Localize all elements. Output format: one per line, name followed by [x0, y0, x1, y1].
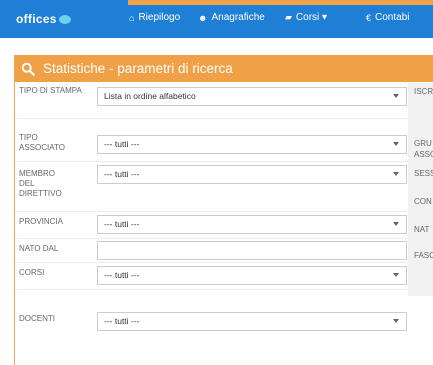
row-divider — [15, 211, 408, 212]
nato-dal-label: NATO DAL — [19, 244, 59, 253]
nav-corsi-label: Corsi ▾ — [295, 12, 328, 23]
docenti-label: DOCENTI — [19, 314, 55, 323]
logo-text: offices — [16, 12, 57, 26]
search-panel: Statistiche - parametri di ricerca TIPO … — [14, 55, 433, 365]
panel-title: Statistiche - parametri di ricerca — [43, 61, 233, 76]
iscr-label: ISCR — [414, 87, 433, 96]
book-icon: ▰ — [285, 12, 292, 22]
top-navbar: offices ⌂ Riepilogo ☻ Anagrafiche ▰ Cors… — [0, 0, 433, 38]
app-logo[interactable]: offices — [16, 12, 71, 26]
panel-header: Statistiche - parametri di ricerca — [15, 55, 433, 82]
chevron-down-icon — [393, 94, 399, 98]
nav-anagrafiche[interactable]: ☻ Anagrafiche — [198, 12, 265, 23]
docenti-value: --- tutti --- — [104, 316, 140, 326]
nav-corsi[interactable]: ▰ Corsi ▾ — [285, 12, 327, 23]
provincia-label: PROVINCIA — [19, 217, 64, 226]
nato-dal-input[interactable] — [97, 241, 407, 260]
nav-riepilogo-label: Riepilogo — [138, 12, 181, 23]
tipo-stampa-label: TIPO DI STAMPA — [19, 86, 82, 95]
home-icon: ⌂ — [129, 12, 135, 23]
chevron-down-icon — [393, 273, 399, 277]
search-icon — [21, 62, 35, 76]
navbar-accent-strip — [128, 0, 433, 5]
provincia-value: --- tutti --- — [104, 219, 140, 229]
nav-contabilita-label: Contabi — [375, 12, 410, 23]
row-divider — [15, 289, 408, 290]
nav-contabilita[interactable]: € Contabi — [366, 12, 409, 23]
users-icon: ☻ — [198, 12, 208, 23]
nav-riepilogo[interactable]: ⌂ Riepilogo — [129, 12, 180, 23]
fasc-label: FASC — [414, 251, 433, 260]
chevron-down-icon — [393, 222, 399, 226]
provincia-select[interactable]: --- tutti --- — [97, 215, 407, 234]
chevron-down-icon — [393, 142, 399, 146]
nat-label: NAT — [414, 225, 430, 234]
tipo-stampa-select[interactable]: Lista in ordine alfabetico — [97, 87, 407, 106]
chevron-down-icon — [393, 319, 399, 323]
row-divider — [15, 118, 408, 119]
tipo-stampa-value: Lista in ordine alfabetico — [104, 91, 196, 101]
row-divider — [15, 262, 408, 263]
sess-label: SESS — [414, 169, 433, 178]
logo-mark-icon — [58, 15, 71, 25]
corsi-value: --- tutti --- — [104, 270, 140, 280]
right-column — [408, 83, 433, 296]
euro-icon: € — [366, 12, 372, 23]
chevron-down-icon — [393, 172, 399, 176]
docenti-select[interactable]: --- tutti --- — [97, 312, 407, 331]
membro-direttivo-select[interactable]: --- tutti --- — [97, 165, 407, 184]
tipo-associato-label: TIPO ASSOCIATO — [19, 133, 65, 152]
nav-anagrafiche-label: Anagrafiche — [211, 12, 265, 23]
membro-direttivo-value: --- tutti --- — [104, 169, 140, 179]
gru-label: GRU — [414, 139, 432, 148]
corsi-label: CORSI — [19, 268, 45, 277]
row-divider — [15, 238, 408, 239]
membro-direttivo-label: MEMBRO DEL DIRETTIVO — [19, 169, 62, 198]
row-divider — [15, 161, 408, 162]
tipo-associato-value: --- tutti --- — [104, 139, 140, 149]
corsi-select[interactable]: --- tutti --- — [97, 266, 407, 285]
tipo-associato-select[interactable]: --- tutti --- — [97, 135, 407, 154]
asso-label: ASSO — [414, 150, 433, 159]
con-label: CON — [414, 197, 432, 206]
